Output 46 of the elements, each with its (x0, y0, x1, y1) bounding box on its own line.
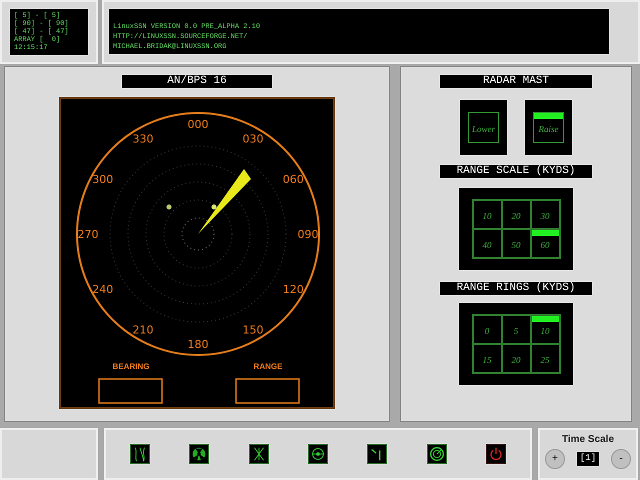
panel-title: RANGE RINGS (KYDS) (440, 282, 592, 295)
bearing-label: 030 (242, 132, 264, 146)
range-option[interactable]: 20 (502, 344, 530, 373)
bearing-label: 060 (282, 172, 304, 186)
bearing-readout (98, 378, 163, 404)
time-scale-label: Time Scale (562, 433, 614, 448)
contact-dot (166, 204, 172, 210)
range-option[interactable]: 20 (502, 200, 530, 229)
range-option[interactable]: 60 (530, 228, 560, 258)
bearing-label: 000 (188, 118, 208, 131)
bearing-label: 240 (92, 282, 114, 296)
crossed-lines-icon[interactable] (248, 444, 269, 464)
panel-title: RADAR MAST (440, 74, 592, 88)
bearing-label: 330 (132, 132, 154, 146)
panel-title: RANGE SCALE (KYDS) (440, 164, 592, 178)
mast-button[interactable]: Lower (468, 112, 499, 143)
range-option[interactable]: 0 (472, 314, 502, 344)
bearing-label: 300 (92, 172, 114, 186)
target-icon[interactable] (308, 444, 328, 464)
radiation-icon[interactable] (189, 444, 210, 464)
range-option[interactable]: 30 (530, 200, 560, 229)
range-label-text: RANGE (254, 362, 282, 371)
bearing-label: 210 (132, 323, 154, 336)
range-option[interactable]: 50 (502, 228, 530, 258)
bearing-label: 090 (298, 228, 318, 241)
range-option[interactable]: 5 (502, 314, 530, 344)
radar-sweep (198, 168, 251, 234)
range-option[interactable]: 10 (530, 314, 560, 344)
radar-icon[interactable] (426, 444, 447, 464)
bearing-label: 270 (78, 228, 98, 241)
increase-button[interactable]: + (544, 449, 565, 470)
time-scale-value: [1] (576, 452, 600, 466)
range-option[interactable]: 25 (530, 344, 560, 373)
range-option[interactable]: 15 (472, 344, 502, 373)
power-icon[interactable] (486, 444, 506, 464)
range-readout (235, 378, 300, 404)
bearing-label: 120 (282, 282, 304, 296)
bearing-label: 180 (188, 338, 208, 351)
range-option[interactable]: 40 (472, 228, 502, 258)
range-option[interactable]: 10 (472, 200, 502, 229)
decrease-button[interactable]: - (611, 449, 632, 470)
contact-dot (212, 204, 216, 210)
panel-title: AN/BPS 16 (122, 74, 272, 88)
bearing-label: 150 (242, 323, 264, 336)
mast-button[interactable]: Raise (533, 112, 564, 143)
bearing-label-text: BEARING (112, 362, 150, 371)
